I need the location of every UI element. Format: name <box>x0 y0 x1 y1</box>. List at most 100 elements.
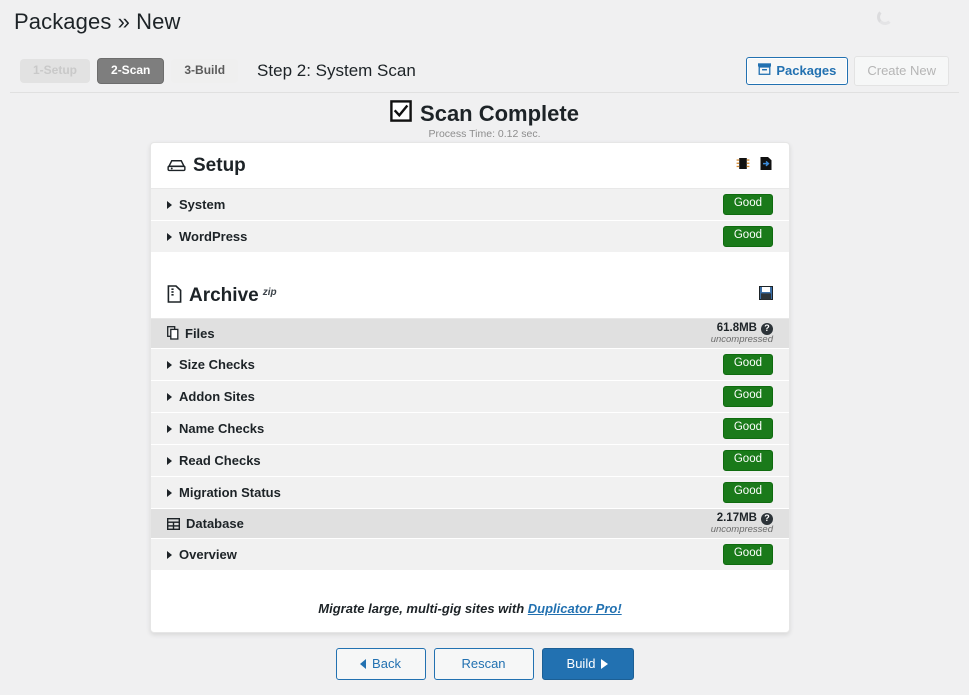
files-size-value-group: 61.8MB ? <box>711 322 773 335</box>
step-bar: 1-Setup 2-Scan 3-Build Step 2: System Sc… <box>0 56 969 92</box>
scan-results-card: Setup System Good WordPress Good Archive… <box>150 142 790 633</box>
chip-icon[interactable] <box>736 156 750 176</box>
scan-status-title: Scan Complete <box>420 100 579 126</box>
database-size-note: uncompressed <box>710 523 773 535</box>
row-label-system: System <box>167 197 225 212</box>
table-row[interactable]: Read Checks Good <box>151 445 789 477</box>
tab-step-3-build[interactable]: 3-Build <box>171 59 239 84</box>
status-badge: Good <box>722 354 773 375</box>
setup-section-title: Setup <box>193 155 246 176</box>
row-label-size-checks: Size Checks <box>167 357 255 372</box>
archive-box-icon <box>758 63 772 78</box>
loading-spinner-icon <box>877 9 893 25</box>
row-status: Good <box>722 482 773 503</box>
back-button-label: Back <box>372 656 401 671</box>
database-size-info: 2.17MB ? uncompressed <box>711 512 773 534</box>
row-label-name-checks: Name Checks <box>167 421 264 436</box>
rescan-button-label: Rescan <box>461 656 506 671</box>
table-row[interactable]: Migration Status Good <box>151 477 789 509</box>
export-log-icon[interactable] <box>759 156 773 176</box>
database-size-value: 2.17MB <box>716 512 757 525</box>
rescan-button[interactable]: Rescan <box>433 648 534 680</box>
save-archive-icon[interactable] <box>759 285 773 305</box>
row-text: WordPress <box>179 229 248 244</box>
archive-section-header: Archive zip <box>151 267 789 319</box>
status-badge: Good <box>722 386 773 407</box>
database-group-row[interactable]: Database 2.17MB ? uncompressed <box>151 509 789 539</box>
row-label-database: Database <box>166 516 244 531</box>
row-text: System <box>179 197 226 212</box>
table-row[interactable]: Size Checks Good <box>151 349 789 381</box>
chevron-right-icon <box>167 232 172 241</box>
row-text: Name Checks <box>179 421 265 436</box>
help-circle-icon[interactable]: ? <box>761 512 773 525</box>
table-row[interactable]: WordPress Good <box>151 221 789 253</box>
row-status: Good <box>722 226 773 247</box>
step-tabs: 1-Setup 2-Scan 3-Build Step 2: System Sc… <box>20 58 416 85</box>
row-text: Addon Sites <box>179 389 255 404</box>
arrow-left-icon <box>360 658 367 669</box>
create-new-button[interactable]: Create New <box>854 56 949 86</box>
promo-text: Migrate large, multi-gig sites with Dupl… <box>151 571 789 616</box>
row-label-read-checks: Read Checks <box>167 453 261 468</box>
table-row[interactable]: Name Checks Good <box>151 413 789 445</box>
chevron-right-icon <box>167 392 172 401</box>
status-badge: Good <box>722 450 773 471</box>
table-row[interactable]: Overview Good <box>151 539 789 571</box>
files-size-info: 61.8MB ? uncompressed <box>711 322 773 344</box>
row-label-files: Files <box>167 326 215 341</box>
header-divider <box>10 92 959 93</box>
row-status: Good <box>722 418 773 439</box>
setup-section-title-group: Setup <box>167 155 246 177</box>
row-label-wordpress: WordPress <box>167 229 247 244</box>
back-button[interactable]: Back <box>335 648 426 680</box>
tab-step-2-scan[interactable]: 2-Scan <box>97 58 165 85</box>
files-size-value: 61.8MB <box>716 322 757 335</box>
page-title: Packages » New <box>14 9 181 34</box>
chevron-right-icon <box>167 488 172 497</box>
row-text: Overview <box>179 547 237 562</box>
server-icon <box>167 157 186 179</box>
chevron-right-icon <box>167 456 172 465</box>
help-circle-icon[interactable]: ? <box>761 322 773 335</box>
status-badge: Good <box>722 194 773 215</box>
files-size-note: uncompressed <box>710 333 773 345</box>
status-badge: Good <box>722 544 773 565</box>
row-text: Files <box>185 326 215 341</box>
setup-section-tools <box>736 156 773 176</box>
size-wrap: 61.8MB ? uncompressed <box>711 322 773 344</box>
archive-section-title: Archive <box>189 285 259 306</box>
packages-button-label: Packages <box>776 63 837 78</box>
scan-process-time: Process Time: 0.12 sec. <box>428 128 541 140</box>
archive-section-tools <box>759 285 773 305</box>
copy-files-icon <box>167 326 179 341</box>
row-label-addon-sites: Addon Sites <box>167 389 255 404</box>
database-size-value-group: 2.17MB ? <box>711 512 773 525</box>
arrow-right-icon <box>601 658 609 669</box>
table-row[interactable]: System Good <box>151 189 789 221</box>
checkbox-checked-icon <box>390 100 412 127</box>
table-grid-icon <box>166 516 181 531</box>
promo-text-label: Migrate large, multi-gig sites with <box>318 601 528 616</box>
table-row[interactable]: Addon Sites Good <box>151 381 789 413</box>
build-button[interactable]: Build <box>541 648 634 680</box>
status-badge: Good <box>722 418 773 439</box>
footer-actions: Back Rescan Build <box>0 648 969 680</box>
status-badge: Good <box>722 226 773 247</box>
tab-step-1-setup[interactable]: 1-Setup <box>20 59 91 84</box>
row-status: Good <box>722 450 773 471</box>
chevron-right-icon <box>167 200 172 209</box>
step-heading: Step 2: System Scan <box>257 61 416 81</box>
chevron-right-icon <box>167 550 172 559</box>
size-wrap: 2.17MB ? uncompressed <box>711 512 773 534</box>
row-status: Good <box>722 354 773 375</box>
files-group-row[interactable]: Files 61.8MB ? uncompressed <box>151 319 789 349</box>
archive-section-title-group: Archive zip <box>167 283 277 307</box>
row-status: Good <box>722 544 773 565</box>
build-button-label: Build <box>566 656 596 671</box>
packages-button[interactable]: Packages <box>746 57 849 85</box>
section-spacer <box>151 253 789 267</box>
duplicator-pro-link[interactable]: Duplicator Pro! <box>528 601 622 616</box>
row-text: Database <box>186 516 244 531</box>
setup-section-header: Setup <box>151 143 789 189</box>
